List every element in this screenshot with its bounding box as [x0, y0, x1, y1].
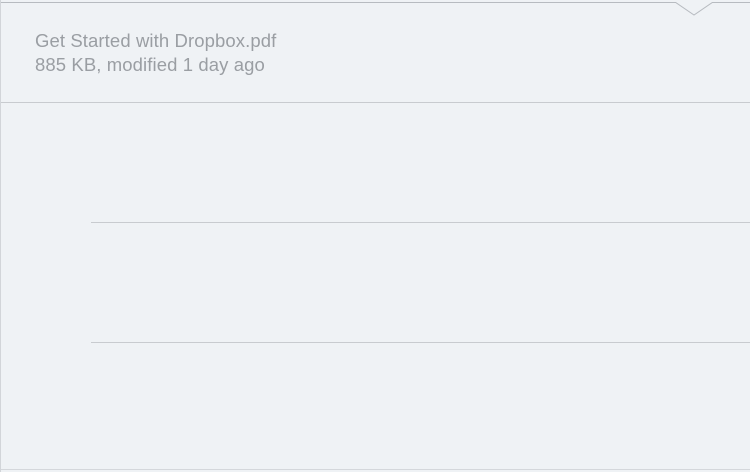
file-name: Get Started with Dropbox.pdf — [35, 30, 277, 51]
file-header[interactable]: Get Started with Dropbox.pdf 885 KB, mod… — [1, 3, 750, 103]
list-item[interactable] — [91, 102, 750, 223]
list-item[interactable] — [91, 342, 750, 468]
file-meta: 885 KB, modified 1 day ago — [35, 54, 265, 75]
file-details-panel: Get Started with Dropbox.pdf 885 KB, mod… — [0, 0, 750, 472]
bottom-divider — [1, 469, 750, 470]
list-item[interactable] — [91, 222, 750, 343]
